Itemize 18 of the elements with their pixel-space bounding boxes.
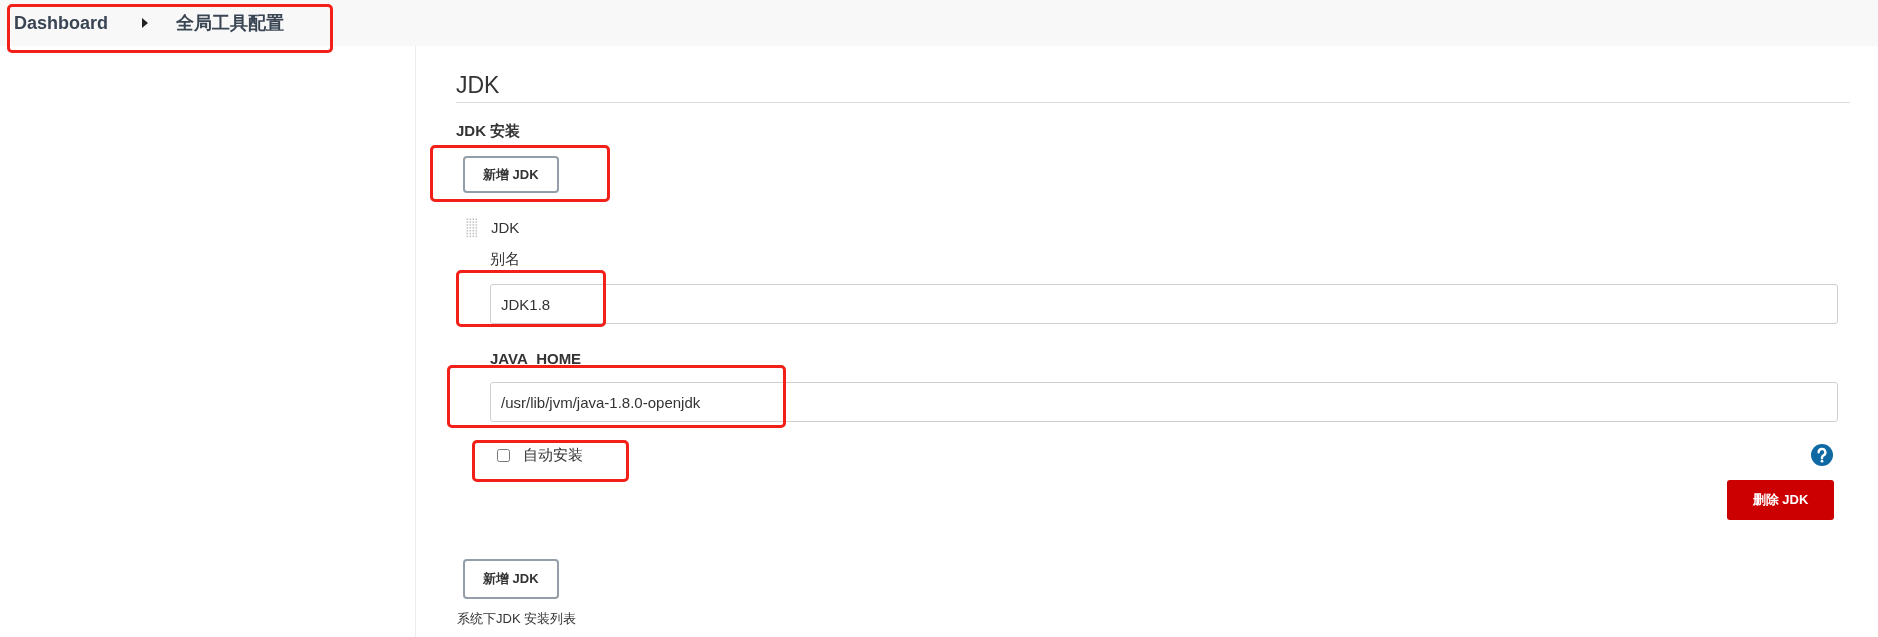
description-text: 系统下JDK 安装列表	[457, 611, 577, 627]
text-input[interactable]: JDK1.8	[490, 284, 1838, 324]
add-jdk-button[interactable]: 新增 JDK	[463, 559, 559, 599]
caret-icon	[142, 18, 149, 28]
text-input[interactable]: /usr/lib/jvm/java-1.8.0-openjdk	[490, 382, 1838, 422]
add-jdk-button[interactable]: 新增 JDK	[463, 156, 559, 193]
installation-title: JDK	[491, 218, 520, 238]
delete-jdk-button[interactable]: 删除 JDK	[1727, 480, 1834, 520]
checkbox-label: 自动安装	[523, 445, 583, 465]
breadcrumb-link[interactable]: Dashboard	[14, 12, 109, 34]
section-heading: JDK	[456, 71, 1850, 103]
checkbox[interactable]	[497, 448, 510, 462]
field-group-label: JDK 安装	[456, 121, 521, 141]
help-icon[interactable]	[1811, 444, 1833, 466]
field-label: JAVA_HOME	[490, 349, 582, 369]
field-label: 别名	[490, 249, 520, 269]
drag-handle-icon[interactable]	[466, 218, 478, 238]
breadcrumb-current: 全局工具配置	[176, 12, 285, 35]
